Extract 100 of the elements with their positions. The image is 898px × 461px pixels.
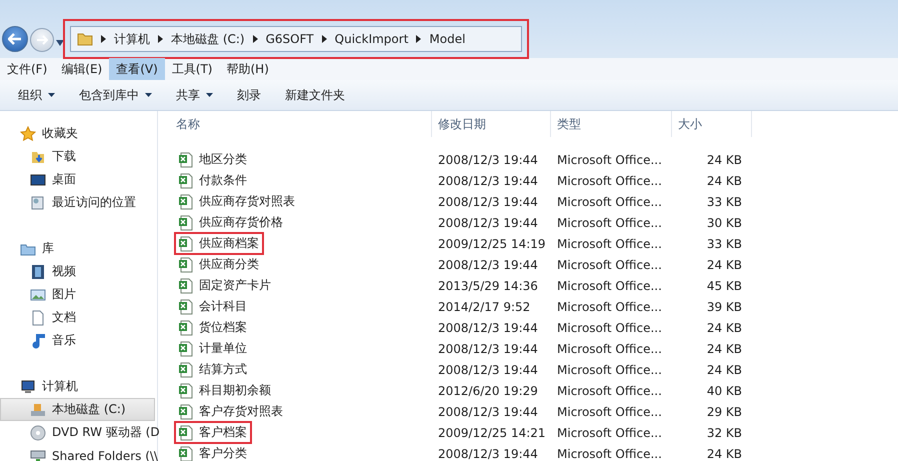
size-cell-text: 33 KB [706, 194, 743, 208]
spreadsheet-file-icon [178, 278, 194, 294]
nav-item[interactable]: 桌面 [0, 168, 157, 191]
type-cell-text: Microsoft Office... [556, 384, 663, 398]
size-cell-text: 24 KB [706, 362, 743, 376]
file-name-text: 供应商档案 [199, 235, 259, 252]
size-cell-text: 24 KB [706, 320, 743, 334]
file-name[interactable]: 科目期初余额 [176, 381, 274, 400]
size-cell-text: 30 KB [706, 216, 743, 230]
breadcrumb-item[interactable]: G6SOFT [266, 32, 314, 46]
spreadsheet-file-icon [178, 382, 194, 398]
file-name-text: 供应商存货价格 [199, 214, 283, 231]
size-cell-text: 24 KB [706, 258, 743, 272]
breadcrumb-item[interactable]: Model [429, 32, 466, 46]
nav-item[interactable]: 库 [0, 237, 157, 260]
nav-item[interactable]: 最近访问的位置 [0, 191, 157, 214]
type-cell-text: Microsoft Office... [556, 362, 663, 376]
spreadsheet-file-icon [178, 446, 194, 461]
size-cell-text: 24 KB [706, 342, 743, 356]
date-cell-text: 2008/12/3 19:44 [437, 446, 539, 460]
file-name-text: 供应商存货对照表 [199, 193, 295, 210]
date-cell-text: 2008/12/3 19:44 [437, 362, 539, 376]
column-header[interactable]: 名称 [158, 111, 432, 137]
spreadsheet-file-icon [178, 236, 194, 252]
toolbar-button[interactable]: 组织 [10, 86, 71, 104]
address-bar[interactable]: 计算机 本地磁盘 (C:) G6SOFT QuickImport Model [70, 26, 522, 52]
file-name[interactable]: 供应商档案 [176, 234, 262, 253]
breadcrumb-item[interactable]: 计算机 [114, 30, 150, 48]
file-name[interactable]: 货位档案 [176, 318, 250, 337]
nav-item[interactable]: DVD RW 驱动器 (D [0, 421, 157, 444]
toolbar-button[interactable]: 包含到库中 [71, 86, 168, 104]
type-cell-text: Microsoft Office... [556, 258, 663, 272]
size-cell-text: 45 KB [706, 278, 743, 292]
chevron-icon[interactable] [322, 35, 327, 43]
breadcrumb-item[interactable]: 本地磁盘 (C:) [171, 30, 245, 48]
chevron-icon[interactable] [252, 35, 258, 43]
dropdown-icon[interactable] [56, 40, 64, 46]
computer-icon [20, 378, 36, 394]
file-name-text: 供应商分类 [199, 256, 259, 273]
spreadsheet-file-icon [178, 152, 194, 168]
spreadsheet-file-icon [178, 194, 194, 210]
nav-item[interactable]: 图片 [0, 283, 157, 306]
chevron-icon[interactable] [101, 35, 106, 43]
spreadsheet-file-icon [178, 424, 194, 440]
breadcrumb-item[interactable]: QuickImport [334, 32, 408, 46]
menu-item[interactable]: 查看(V) [109, 58, 165, 80]
file-name[interactable]: 付款条件 [176, 171, 250, 190]
caret-icon [145, 93, 152, 97]
spreadsheet-file-icon [178, 256, 194, 272]
file-name[interactable]: 客户存货对照表 [176, 402, 286, 421]
spreadsheet-file-icon [178, 362, 194, 378]
file-name[interactable]: 计量单位 [176, 339, 250, 358]
nav-item[interactable]: 视频 [0, 260, 157, 283]
file-name-text: 科目期初余额 [199, 382, 271, 399]
toolbar-button[interactable]: 新建文件夹 [277, 86, 361, 104]
file-name[interactable]: 会计科目 [176, 297, 250, 316]
nav-item[interactable]: Shared Folders (\\ [0, 444, 157, 461]
nav-item[interactable]: 计算机 [0, 375, 157, 398]
desktop-icon [30, 172, 46, 188]
file-name[interactable]: 供应商存货对照表 [176, 192, 298, 211]
date-cell-text: 2009/12/25 14:19 [437, 236, 547, 250]
network-drive-icon [30, 448, 46, 461]
file-name[interactable]: 客户分类 [176, 444, 250, 461]
music-note-icon [30, 332, 46, 348]
nav-item[interactable]: 音乐 [0, 329, 157, 352]
menu-item[interactable]: 文件(F) [0, 58, 54, 80]
toolbar-button[interactable]: 共享 [168, 86, 229, 104]
file-name[interactable]: 结算方式 [176, 360, 250, 379]
file-name[interactable]: 地区分类 [176, 150, 250, 169]
type-cell-text: Microsoft Office... [556, 174, 663, 188]
type-cell-text: Microsoft Office... [556, 320, 663, 334]
file-name-text: 货位档案 [199, 319, 247, 336]
type-cell-text: Microsoft Office... [556, 194, 663, 208]
chevron-icon[interactable] [158, 35, 163, 43]
file-name-text: 计量单位 [199, 340, 247, 357]
back-button[interactable] [2, 26, 28, 52]
nav-item[interactable]: 文档 [0, 306, 157, 329]
toolbar-button[interactable]: 刻录 [229, 86, 277, 104]
chevron-icon[interactable] [416, 35, 422, 43]
menu-item[interactable]: 帮助(H) [220, 58, 276, 80]
file-name[interactable]: 固定资产卡片 [176, 276, 274, 295]
nav-item[interactable]: 下载 [0, 145, 157, 168]
type-cell-text: Microsoft Office... [556, 446, 663, 460]
column-header[interactable]: 修改日期 [432, 111, 551, 137]
star-icon [20, 126, 36, 142]
type-cell-text: Microsoft Office... [556, 404, 663, 418]
drive-icon [30, 402, 46, 418]
size-cell-text: 33 KB [706, 236, 743, 250]
menu-item[interactable]: 工具(T) [164, 58, 220, 80]
file-name[interactable]: 供应商存货价格 [176, 213, 286, 232]
file-name[interactable]: 供应商分类 [176, 255, 262, 274]
menu-item[interactable]: 编辑(E) [54, 58, 110, 80]
column-header[interactable]: 类型 [551, 111, 672, 137]
nav-item[interactable]: 本地磁盘 (C:) [0, 398, 155, 421]
date-cell-text: 2012/6/20 19:29 [437, 384, 539, 398]
nav-item[interactable]: 收藏夹 [0, 122, 157, 145]
date-cell-text: 2009/12/25 14:21 [437, 426, 547, 440]
type-cell-text: Microsoft Office... [556, 236, 663, 250]
file-name[interactable]: 客户档案 [176, 423, 250, 442]
column-header[interactable]: 大小 [672, 111, 752, 137]
